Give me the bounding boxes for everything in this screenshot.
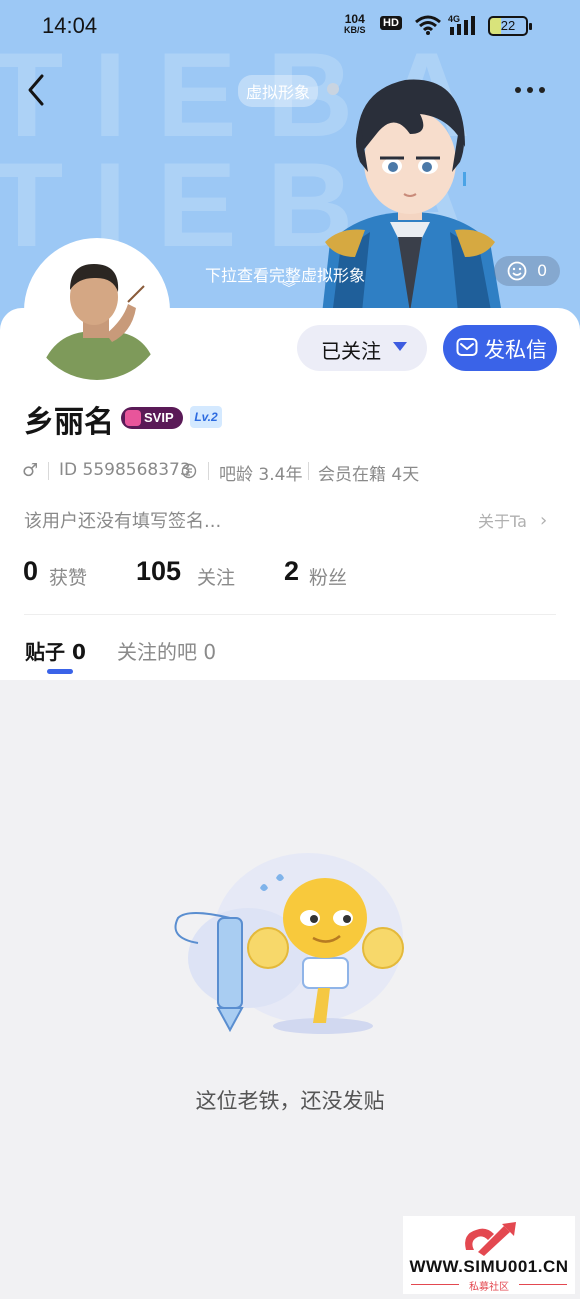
battery-icon: 22 <box>488 16 532 36</box>
avatar-illustration <box>28 242 166 380</box>
meta-divider <box>208 462 209 480</box>
tab-followed-bars[interactable]: 关注的吧 0 <box>117 636 216 665</box>
wifi-icon <box>415 15 441 35</box>
network-type-label: 4G <box>448 14 460 24</box>
meta-divider <box>308 462 309 480</box>
watermark-logo <box>465 1222 516 1256</box>
followers-label: 粉丝 <box>309 567 348 589</box>
back-button[interactable] <box>20 70 54 110</box>
svip-label: SVIP <box>144 410 174 425</box>
send-message-button[interactable]: 发私信 <box>443 325 557 371</box>
bar-age: 吧龄 3.4年 <box>219 465 303 485</box>
following-label: 关注 <box>197 567 236 589</box>
level-badge[interactable]: Lv.2 <box>190 406 222 428</box>
network-speed: 104 KB/S <box>344 12 366 36</box>
status-time: 14:04 <box>42 13 98 38</box>
tab-posts-count: 0 <box>71 640 86 664</box>
reaction-count: 0 <box>537 261 548 280</box>
tab-followed-bars-label: 关注的吧 <box>117 640 197 664</box>
active-tab-indicator <box>47 669 73 674</box>
network-speed-unit: KB/S <box>344 25 366 35</box>
likes-label: 获赞 <box>49 567 88 589</box>
avatar-tag-indicator <box>327 83 339 95</box>
site-watermark: WWW.SIMU001.CN 私募社区 <box>403 1216 575 1294</box>
send-message-label: 发私信 <box>484 338 547 362</box>
smiley-icon <box>507 261 527 281</box>
more-options-button[interactable] <box>510 78 550 102</box>
envelope-icon <box>456 338 478 356</box>
diamond-icon <box>125 410 141 426</box>
about-link[interactable]: 关于Ta <box>478 508 527 532</box>
caret-down-icon <box>393 342 407 351</box>
status-bar: 14:04 104 KB/S HD 4G 22 <box>0 0 580 52</box>
user-id[interactable]: ID 5598568373 <box>59 460 191 480</box>
username: 乡丽名 <box>24 405 114 440</box>
avatar-reaction-button[interactable]: 0 <box>494 256 560 286</box>
svip-badge[interactable]: SVIP <box>121 407 183 429</box>
empty-state-message: 这位老铁，还没发贴 <box>195 1089 385 1113</box>
virtual-avatar-tag[interactable]: 虚拟形象 <box>238 75 319 107</box>
watermark-sub: 私募社区 <box>469 1282 509 1293</box>
tab-posts-label: 贴子 <box>25 640 65 664</box>
virtual-avatar-character[interactable] <box>300 62 520 332</box>
user-avatar[interactable] <box>24 238 170 384</box>
tab-followed-bars-count: 0 <box>203 640 217 664</box>
member-duration: 会员在籍 4天 <box>318 465 420 485</box>
meta-divider <box>48 462 49 480</box>
double-chevron-down-icon: ︾ <box>282 281 296 297</box>
empty-state-illustration <box>174 853 404 1034</box>
following-count[interactable]: 105 <box>136 556 181 587</box>
hd-icon: HD <box>380 16 402 30</box>
follow-label: 已关注 <box>321 339 381 363</box>
chevron-right-icon: › <box>540 510 548 531</box>
more-icon <box>515 87 545 93</box>
copy-icon[interactable] <box>181 463 197 479</box>
followers-count[interactable]: 2 <box>284 556 299 587</box>
male-icon: ♂ <box>22 460 39 481</box>
network-speed-value: 104 <box>344 12 365 26</box>
cellular-signal-icon: 4G <box>448 14 475 35</box>
tab-posts[interactable]: 贴子 0 <box>25 636 86 665</box>
likes-count[interactable]: 0 <box>23 556 38 587</box>
watermark-site: WWW.SIMU001.CN <box>409 1257 569 1276</box>
section-divider <box>24 614 556 615</box>
user-signature: 该用户还没有填写签名... <box>24 511 222 532</box>
following-dropdown-button[interactable]: 已关注 <box>297 325 427 371</box>
